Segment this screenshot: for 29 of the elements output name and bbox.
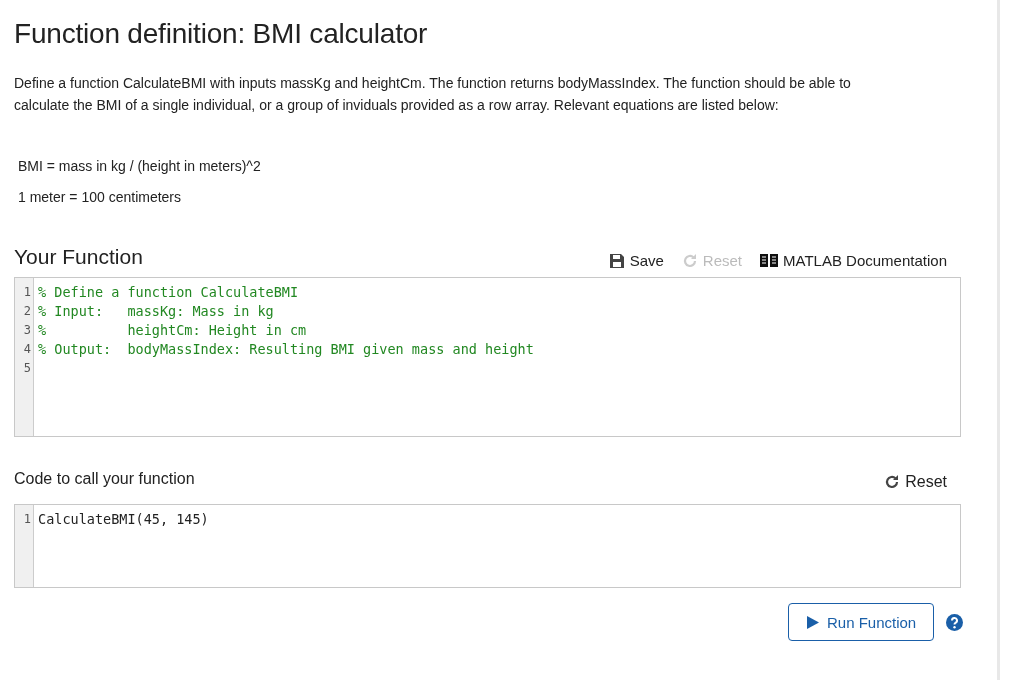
documentation-link[interactable]: MATLAB Documentation: [760, 252, 947, 269]
reset-button[interactable]: Reset: [884, 473, 947, 491]
save-button[interactable]: Save: [608, 252, 664, 269]
play-icon: [807, 615, 819, 629]
run-button[interactable]: Run Function: [788, 603, 934, 641]
line-number: 5: [22, 360, 32, 377]
help-icon[interactable]: [946, 613, 963, 631]
code-line: % Output: bodyMassIndex: Resulting BMI given mass and height: [38, 340, 534, 359]
section-heading: Code to call your function: [14, 470, 195, 488]
save-icon: [608, 252, 625, 269]
code-editor[interactable]: 1 CalculateBMI(45, 145): [14, 504, 961, 588]
reset-icon: [884, 474, 901, 490]
section-heading: Your Function: [14, 245, 143, 269]
code-editor[interactable]: 1 2 3 4 5 % Define a function CalculateBMI % Input: massKg: Mass in kg % heightCm: Height in cm % Output: bodyMassIndex: Resulting BMI given mass and height: [14, 277, 961, 437]
equation: BMI = mass in kg / (height in meters)^2: [18, 158, 261, 174]
line-number: 1: [22, 511, 32, 528]
equation: 1 meter = 100 centimeters: [18, 189, 182, 205]
page-title: Function definition: BMI calculator: [14, 18, 429, 50]
code-line: CalculateBMI(45, 145): [38, 510, 209, 529]
line-number: 1: [22, 284, 32, 301]
line-number: 2: [22, 303, 32, 320]
reset-icon: [681, 252, 698, 269]
line-number: 4: [22, 341, 32, 358]
description: Define a function CalculateBMI with inputs massKg and heightCm. The function returns bodyMassIndex. The function should be able to calculate the BMI of a single individual, or a group of inviduals provided as a row array. Relevant equations are listed below:: [14, 74, 852, 115]
line-number: 3: [22, 322, 32, 339]
code-line: % Input: massKg: Mass in kg: [38, 302, 274, 321]
book-icon: [760, 253, 779, 268]
code-line: % Define a function CalculateBMI: [38, 283, 299, 302]
code-line: % heightCm: Height in cm: [38, 321, 307, 340]
